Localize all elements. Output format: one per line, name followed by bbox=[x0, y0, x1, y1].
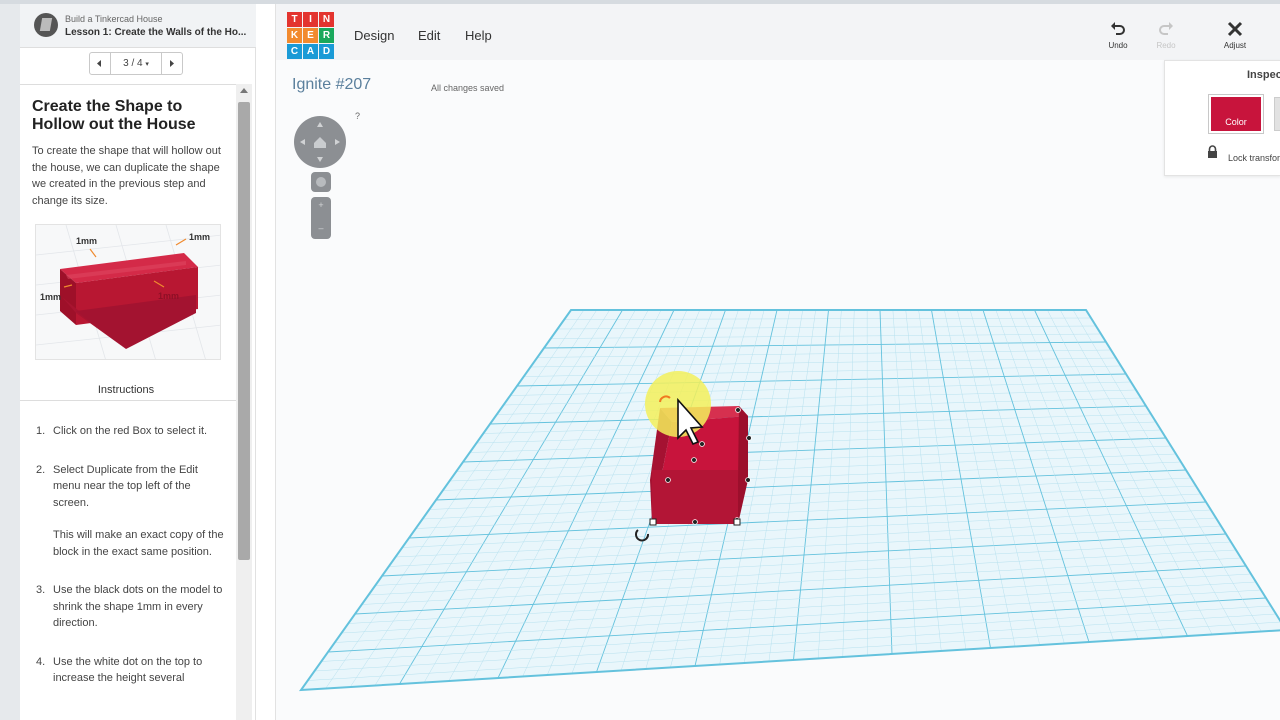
instruction-note: This will make an exact copy of the bloc… bbox=[53, 529, 224, 558]
step-description: To create the shape that will hollow out… bbox=[32, 145, 221, 207]
redo-label: Redo bbox=[1156, 41, 1176, 50]
lesson-scrollbar[interactable] bbox=[236, 84, 252, 720]
logo-tile: T bbox=[287, 12, 302, 27]
logo-tile: A bbox=[303, 44, 318, 59]
box-preview-illustration bbox=[36, 225, 220, 359]
scroll-up-icon[interactable] bbox=[240, 88, 248, 93]
resize-handle[interactable] bbox=[699, 441, 705, 447]
nav-cube-icon bbox=[300, 122, 340, 162]
lesson-title: Lesson 1: Create the Walls of the Ho... bbox=[65, 27, 247, 38]
instruction-text: Use the white dot on the top to increase… bbox=[53, 655, 203, 685]
step-pager: 3 / 4 ▾ bbox=[89, 52, 183, 75]
dimension-label: 1mm bbox=[189, 232, 211, 242]
instruction-text: Use the black dots on the model to shrin… bbox=[53, 584, 223, 629]
chevron-left-icon bbox=[97, 60, 101, 67]
resize-handle[interactable] bbox=[692, 519, 698, 525]
scroll-thumb[interactable] bbox=[238, 102, 250, 560]
instruction-item: 3. Use the black dots on the model to sh… bbox=[36, 582, 226, 632]
menu-design[interactable]: Design bbox=[354, 28, 394, 43]
step-selector-label: 3 / 4 bbox=[123, 58, 143, 69]
view-cube[interactable] bbox=[294, 116, 346, 168]
chevron-down-icon: ▾ bbox=[145, 61, 149, 68]
logo-tile: N bbox=[319, 12, 334, 27]
logo-tile: R bbox=[319, 28, 334, 43]
hole-option-button[interactable] bbox=[1274, 97, 1280, 131]
screen: Build a Tinkercad House Lesson 1: Create… bbox=[0, 0, 1280, 720]
divider bbox=[20, 84, 236, 85]
fit-view-button[interactable] bbox=[311, 172, 331, 192]
inspector-panel: Inspector Color Lock transforms bbox=[1164, 60, 1280, 176]
redo-button[interactable]: Redo bbox=[1146, 20, 1186, 50]
shape-front-lower[interactable] bbox=[652, 470, 738, 524]
instructions-heading: Instructions bbox=[92, 381, 160, 399]
tinkercad-editor: T I N K E R C A D Design Edit Help Undo bbox=[275, 4, 1280, 720]
workplane-canvas[interactable] bbox=[276, 60, 1280, 720]
zoom-in-icon[interactable]: + bbox=[311, 200, 331, 210]
redo-icon bbox=[1146, 20, 1186, 40]
help-icon[interactable]: ? bbox=[355, 111, 360, 121]
lesson-panel: Build a Tinkercad House Lesson 1: Create… bbox=[20, 4, 256, 720]
chevron-right-icon bbox=[170, 60, 174, 67]
menu-help[interactable]: Help bbox=[465, 28, 492, 43]
instruction-number: 4. bbox=[36, 655, 46, 668]
step-selector[interactable]: 3 / 4 ▾ bbox=[110, 53, 162, 74]
logo-tile: E bbox=[303, 28, 318, 43]
lesson-header: Build a Tinkercad House Lesson 1: Create… bbox=[20, 4, 256, 48]
logo-tile: I bbox=[303, 12, 318, 27]
dimension-label: 1mm bbox=[76, 236, 98, 246]
color-picker-button[interactable]: Color bbox=[1209, 95, 1263, 133]
logo-tile: K bbox=[287, 28, 302, 43]
instruction-number: 3. bbox=[36, 584, 46, 596]
resize-handle[interactable] bbox=[735, 407, 741, 413]
prev-step-button[interactable] bbox=[90, 53, 110, 74]
corner-handle[interactable] bbox=[649, 518, 657, 526]
zoom-control[interactable]: + – bbox=[311, 197, 331, 239]
step-title: Create the Shape to Hollow out the House bbox=[32, 98, 196, 133]
course-title: Build a Tinkercad House bbox=[65, 14, 163, 24]
adjust-icon bbox=[1215, 20, 1255, 40]
instruction-number: 2. bbox=[36, 463, 46, 476]
lock-icon[interactable] bbox=[1207, 145, 1218, 158]
resize-handle[interactable] bbox=[745, 477, 751, 483]
instruction-number: 1. bbox=[36, 425, 46, 437]
instruction-item: 2. Select Duplicate from the Edit menu n… bbox=[36, 462, 226, 561]
undo-icon bbox=[1098, 20, 1138, 40]
zoom-out-icon[interactable]: – bbox=[311, 223, 331, 233]
menu-edit[interactable]: Edit bbox=[418, 28, 440, 43]
divider bbox=[20, 400, 236, 401]
adjust-label: Adjust bbox=[1223, 41, 1247, 50]
instruction-text: Select Duplicate from the Edit menu near… bbox=[53, 463, 198, 509]
lesson-side-gutter bbox=[0, 4, 20, 720]
inspector-title: Inspector bbox=[1247, 69, 1280, 81]
undo-label: Undo bbox=[1108, 41, 1128, 50]
adjust-button[interactable]: Adjust bbox=[1215, 20, 1255, 50]
instruction-item: 4. Use the white dot on the top to incre… bbox=[36, 654, 226, 687]
dimension-label: 1mm bbox=[158, 291, 180, 301]
tinkercad-logo[interactable]: T I N K E R C A D bbox=[287, 12, 337, 62]
instruction-list: 1. Click on the red Box to select it. 2.… bbox=[36, 423, 226, 687]
next-step-button[interactable] bbox=[162, 53, 182, 74]
corner-handle[interactable] bbox=[733, 518, 741, 526]
dimension-label: 1mm bbox=[40, 292, 62, 302]
app-header: T I N K E R C A D Design Edit Help Undo bbox=[276, 4, 1280, 60]
lock-transforms-label: Lock transforms bbox=[1228, 153, 1280, 163]
undo-button[interactable]: Undo bbox=[1098, 20, 1138, 50]
lesson-logo-icon bbox=[34, 13, 58, 37]
instruction-text: Click on the red Box to select it. bbox=[53, 425, 208, 437]
resize-handle[interactable] bbox=[746, 435, 752, 441]
logo-tile: C bbox=[287, 44, 302, 59]
color-label: Color bbox=[1225, 117, 1247, 127]
instruction-item: 1. Click on the red Box to select it. bbox=[36, 423, 226, 440]
resize-handle[interactable] bbox=[665, 477, 671, 483]
logo-tile: D bbox=[319, 44, 334, 59]
step-preview-image: 1mm 1mm 1mm 1mm bbox=[35, 224, 221, 360]
resize-handle[interactable] bbox=[691, 457, 697, 463]
